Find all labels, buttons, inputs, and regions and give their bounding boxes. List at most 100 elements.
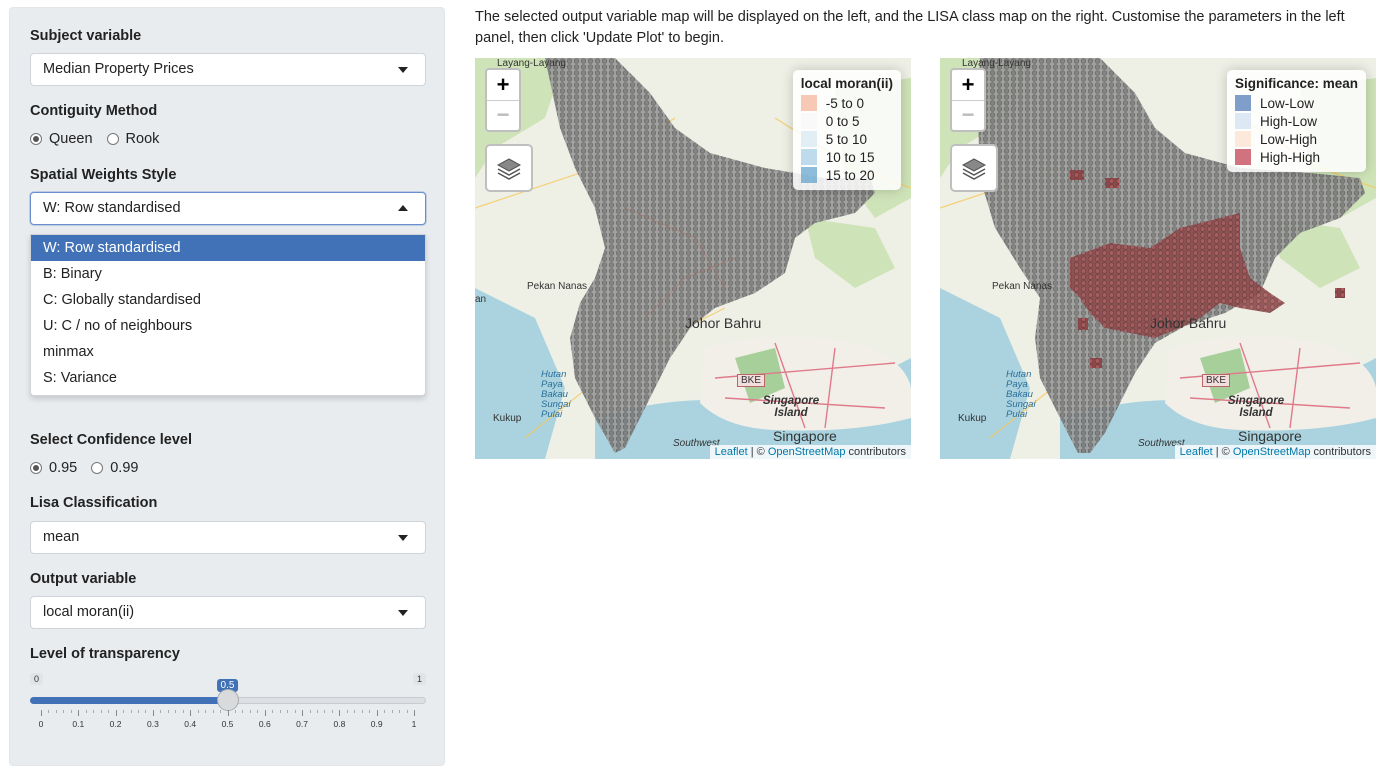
slider-minor-tick [331, 710, 333, 713]
attribution-contributors: contributors [845, 446, 906, 458]
slider-minor-tick [317, 710, 319, 713]
slider-minor-tick [123, 710, 125, 713]
slider-minor-tick [197, 710, 199, 713]
slider-tick-label: 0.9 [370, 719, 383, 729]
slider-minor-tick [324, 710, 326, 713]
place-label-hutan: Hutan Paya Bakau Sungai Pulai [541, 369, 571, 420]
zoom-in-button[interactable]: + [952, 70, 984, 100]
legend-item-label: 5 to 10 [825, 131, 868, 147]
zoom-out-button[interactable]: − [952, 100, 984, 131]
layers-icon [496, 158, 522, 180]
transparency-slider[interactable]: 0 1 0.5 0 0.1 0.2 0.3 0.4 0.5 0.6 0.7 0.8 0.9 1 [30, 673, 426, 733]
place-label-an: an [475, 294, 487, 305]
slider-handle[interactable] [216, 689, 239, 711]
local-moran-map[interactable]: Layang-Layang Pekan Nanas an Johor Bahru… [475, 58, 911, 459]
transparency-label: Level of transparency [30, 646, 180, 662]
osm-link[interactable]: OpenStreetMap [768, 446, 846, 458]
place-label-sg-island: Singapore Island [762, 395, 820, 419]
legend-item: 0 to 5 [800, 112, 893, 130]
legend-item-label: Low-High [1259, 131, 1317, 147]
place-label-johor: Johor Bahru [1150, 315, 1227, 331]
slider-minor-tick [93, 710, 95, 713]
slider-tick-label: 0.7 [296, 719, 309, 729]
radio-095-circle[interactable] [30, 462, 42, 474]
slider-tick-label: 0.6 [258, 719, 271, 729]
weights-option-row-standardised[interactable]: W: Row standardised [31, 235, 425, 261]
osm-link[interactable]: OpenStreetMap [1233, 446, 1311, 458]
slider-tick-label: 1 [411, 719, 417, 729]
zoom-in-button[interactable]: + [487, 70, 519, 100]
slider-minor-tick [220, 710, 222, 713]
slider-minor-tick [145, 710, 147, 713]
zoom-control: + − [485, 68, 521, 132]
weights-option-globally-standardised[interactable]: C: Globally standardised [31, 287, 425, 313]
legend-item-label: High-High [1259, 149, 1320, 165]
slider-minor-tick [242, 710, 244, 713]
output-variable-label: Output variable [30, 571, 137, 587]
legend-title: Significance: mean [1234, 76, 1358, 91]
radio-099-label: 0.99 [110, 460, 139, 476]
legend-item: -5 to 0 [800, 94, 893, 112]
slider-fill [30, 697, 228, 704]
slider-minor-tick [212, 710, 214, 713]
attribution-contributors: contributors [1310, 446, 1371, 458]
slider-minor-tick [309, 710, 311, 713]
map-attribution: Leaflet | © OpenStreetMap contributors [709, 445, 911, 459]
radio-095[interactable]: 0.95 [30, 460, 77, 476]
legend-swatch [1234, 113, 1251, 129]
layers-button[interactable] [485, 144, 533, 192]
output-variable-value: local moran(ii) [43, 604, 135, 620]
slider-tick [339, 710, 341, 716]
sidebar-panel: Subject variable Median Property Prices … [9, 7, 445, 766]
legend-item: Low-Low [1234, 94, 1358, 112]
weights-option-c-no-neighbours[interactable]: U: C / no of neighbours [31, 313, 425, 339]
slider-tick [227, 710, 229, 716]
radio-queen[interactable]: Queen [30, 131, 93, 147]
confidence-radio-group: 0.95 0.99 [30, 460, 152, 476]
legend-item-label: 10 to 15 [825, 149, 875, 165]
chevron-up-icon [398, 205, 408, 211]
radio-099[interactable]: 0.99 [91, 460, 138, 476]
zoom-out-button[interactable]: − [487, 100, 519, 131]
weights-option-variance[interactable]: S: Variance [31, 365, 425, 391]
lisa-classification-label: Lisa Classification [30, 495, 158, 511]
lisa-class-map[interactable]: Layang-Layang Pekan Nanas Johor Bahru Hu… [940, 58, 1376, 459]
spatial-weights-value: W: Row standardised [43, 200, 181, 216]
spatial-weights-select[interactable]: W: Row standardised [30, 192, 426, 225]
weights-option-minmax[interactable]: minmax [31, 339, 425, 365]
slider-minor-tick [137, 710, 139, 713]
slider-minor-tick [391, 710, 393, 713]
layers-icon [961, 158, 987, 180]
lisa-classification-select[interactable]: mean [30, 521, 426, 554]
slider-tick [41, 710, 42, 716]
slider-tick [376, 710, 378, 716]
leaflet-link[interactable]: Leaflet [715, 446, 748, 458]
attribution-separator: | © [747, 446, 768, 458]
slider-minor-tick [369, 710, 371, 713]
legend-item-label: -5 to 0 [825, 95, 865, 111]
radio-rook-circle[interactable] [106, 133, 119, 145]
subject-variable-label: Subject variable [30, 28, 142, 44]
radio-095-label: 0.95 [49, 460, 78, 476]
leaflet-link[interactable]: Leaflet [1180, 446, 1213, 458]
lisa-classification-value: mean [43, 529, 80, 545]
place-label-hutan: Hutan Paya Bakau Sungai Pulai [1006, 369, 1036, 420]
slider-minor-tick [48, 710, 50, 713]
slider-min-label: 0 [30, 673, 44, 685]
place-label-kukup: Kukup [958, 413, 987, 424]
slider-max-label: 1 [412, 673, 426, 685]
slider-tick-label: 0.5 [221, 719, 234, 729]
radio-099-circle[interactable] [91, 462, 104, 474]
legend-swatch [800, 149, 817, 165]
slider-minor-tick [160, 710, 162, 713]
place-label-pekan: Pekan Nanas [992, 281, 1053, 292]
layers-button[interactable] [950, 144, 998, 192]
radio-rook[interactable]: Rook [106, 131, 159, 147]
chevron-down-icon [398, 610, 408, 616]
legend-swatch [800, 113, 817, 129]
radio-queen-circle[interactable] [30, 133, 42, 145]
output-variable-select[interactable]: local moran(ii) [30, 596, 426, 629]
subject-variable-select[interactable]: Median Property Prices [30, 53, 426, 86]
weights-option-binary[interactable]: B: Binary [31, 261, 425, 287]
slider-tick-label: 0.4 [184, 719, 197, 729]
